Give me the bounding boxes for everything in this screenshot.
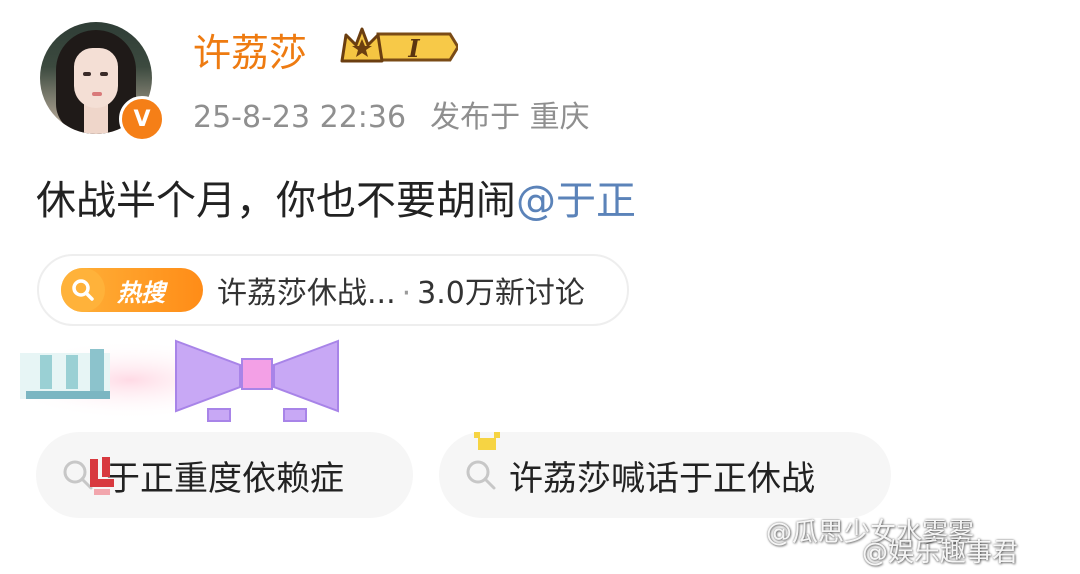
watermark-2: @娱乐趣事君: [862, 538, 1019, 568]
avatar-eye-left: [83, 72, 91, 76]
verified-icon: V: [119, 96, 165, 142]
avatar-eye-right: [100, 72, 108, 76]
search-icon: [61, 268, 105, 312]
hot-search-label: 热搜: [117, 278, 165, 307]
hot-search-badge: 热搜: [61, 268, 203, 312]
hot-search-separator: ·: [401, 276, 412, 311]
avatar-lip: [92, 92, 102, 96]
related-search-chip-2[interactable]: 许荔莎喊话于正休战: [439, 432, 891, 518]
mention-link[interactable]: @于正: [516, 178, 636, 224]
username[interactable]: 许荔莎: [193, 22, 307, 77]
post-location: 发布于 重庆: [430, 100, 590, 135]
red-pixel-decoration: [90, 457, 114, 495]
sticker-decoration: [20, 339, 339, 422]
post-text-main: 休战半个月，你也不要胡闹: [36, 178, 516, 224]
related-search-text: 许荔莎喊话于正休战: [509, 458, 815, 499]
avatar-neck: [84, 104, 108, 134]
level-label: I: [407, 34, 420, 63]
hot-search-title: 许荔莎休战...: [217, 276, 396, 311]
search-icon: [466, 460, 496, 490]
yellow-pixel-decoration: [474, 432, 500, 450]
crown-level-icon[interactable]: I: [338, 25, 458, 69]
post-text: 休战半个月，你也不要胡闹@于正: [36, 168, 636, 226]
related-search-text: 于正重度依赖症: [106, 458, 344, 499]
hot-search-text: 许荔莎休战... · 3.0万新讨论: [217, 268, 585, 312]
post-time: 25-8-23 22:36: [193, 100, 407, 135]
hot-search-discussion: 3.0万新讨论: [417, 276, 585, 311]
post-meta: 25-8-23 22:36 发布于 重庆: [193, 92, 590, 136]
avatar-face: [74, 48, 118, 108]
hot-search-chip[interactable]: 热搜 许荔莎休战... · 3.0万新讨论: [37, 254, 629, 326]
